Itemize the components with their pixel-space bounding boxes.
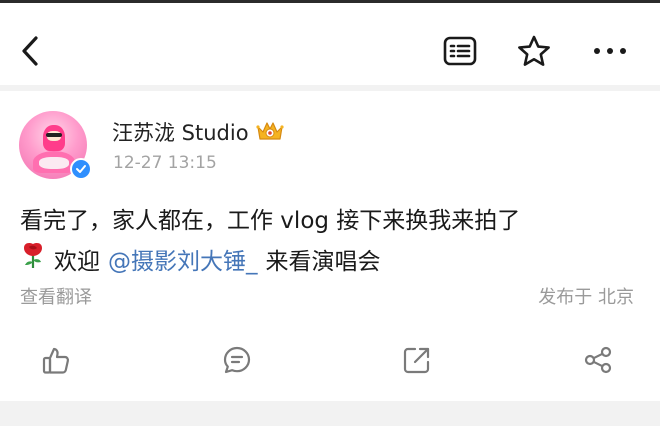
post-text-line-1: 看完了，家人都在，工作 vlog 接下来换我来拍了 bbox=[20, 208, 521, 234]
list-button[interactable] bbox=[440, 31, 480, 71]
more-dots-icon bbox=[594, 48, 626, 54]
author-name[interactable]: 汪苏泷 Studio bbox=[112, 117, 249, 147]
comment-icon bbox=[223, 346, 251, 374]
comment-button[interactable] bbox=[217, 342, 257, 378]
post-card[interactable]: 汪苏泷 Studio 12-27 13:15 看完了，家人都在，工作 vlog … bbox=[0, 91, 660, 401]
post-text-suffix: 来看演唱会 bbox=[265, 248, 381, 275]
like-button[interactable] bbox=[36, 342, 76, 378]
avatar-figure-knees bbox=[39, 157, 69, 169]
post-text-prefix: 欢迎 bbox=[54, 248, 100, 275]
avatar-figure-glasses bbox=[46, 133, 62, 137]
thumbs-up-icon bbox=[42, 347, 70, 374]
verified-badge bbox=[70, 158, 92, 180]
favorite-button[interactable] bbox=[514, 31, 554, 71]
author-name-row[interactable]: 汪苏泷 Studio bbox=[112, 117, 285, 147]
post-meta-row: 查看翻译 发布于 北京 bbox=[20, 283, 640, 309]
list-icon bbox=[443, 36, 477, 66]
section-divider-bottom bbox=[0, 401, 660, 426]
rose-icon bbox=[20, 241, 46, 282]
navigation-bar bbox=[0, 3, 660, 85]
post-action-bar bbox=[0, 338, 660, 382]
repost-icon bbox=[403, 347, 430, 374]
chevron-left-icon bbox=[22, 36, 38, 66]
crown-badge-icon[interactable] bbox=[255, 118, 285, 147]
post-location: 发布于 北京 bbox=[538, 287, 634, 308]
mention-link[interactable]: @摄影刘大锤_ bbox=[108, 242, 258, 282]
more-button[interactable] bbox=[590, 31, 630, 71]
back-button[interactable] bbox=[10, 31, 50, 71]
share-button[interactable] bbox=[578, 342, 618, 378]
post-text-line-2: 欢迎 @摄影刘大锤_ 来看演唱会 bbox=[20, 241, 640, 282]
share-icon bbox=[584, 346, 612, 374]
verified-check-icon bbox=[76, 165, 86, 173]
post-content[interactable]: 看完了，家人都在，工作 vlog 接下来换我来拍了 欢迎 @摄影刘大锤_ 来看演… bbox=[20, 201, 640, 282]
star-icon bbox=[518, 35, 550, 66]
translate-link[interactable]: 查看翻译 bbox=[20, 283, 92, 309]
repost-button[interactable] bbox=[397, 342, 437, 378]
post-timestamp: 12-27 13:15 bbox=[113, 153, 217, 173]
